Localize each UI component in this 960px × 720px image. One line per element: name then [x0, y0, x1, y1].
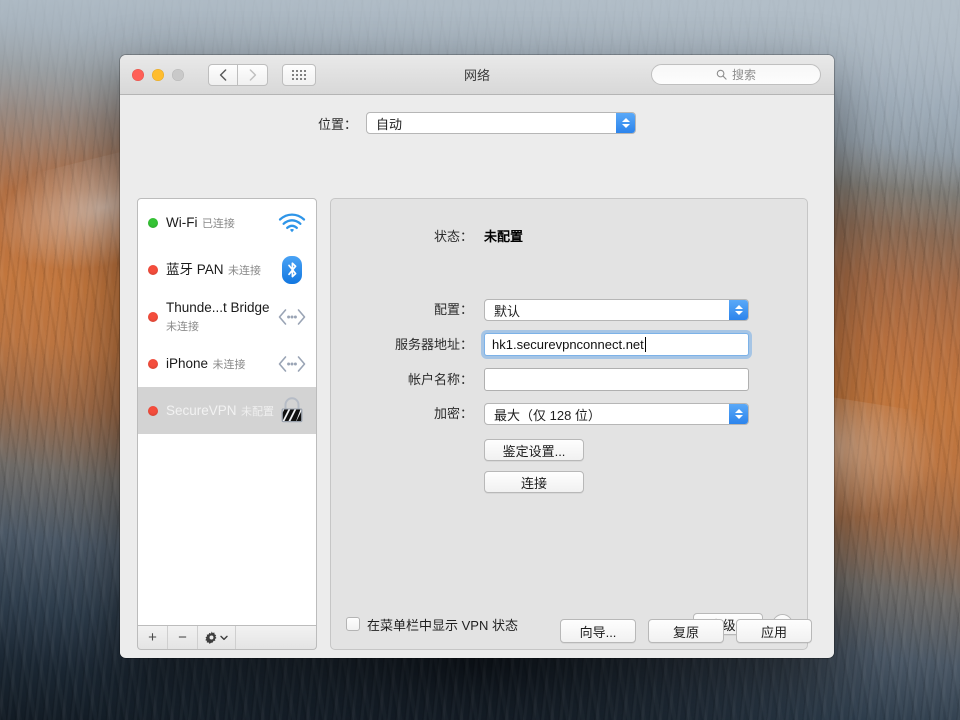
location-stepper-icon	[616, 113, 635, 133]
text-caret	[644, 337, 646, 352]
configuration-stepper-icon	[729, 300, 748, 320]
network-preferences-window: 网络 搜索 位置： 自动 Wi-Fi 已连接 蓝牙 PAN 未连接 Thunde…	[120, 55, 834, 658]
status-dot	[148, 405, 158, 416]
server-address-value: hk1.securevpnconnect.net	[492, 337, 644, 352]
configuration-row: 配置： 默认	[331, 299, 807, 321]
account-name-input[interactable]	[484, 368, 749, 391]
configuration-label: 配置：	[433, 302, 473, 317]
zoom-button[interactable]	[172, 68, 184, 81]
show-all-button[interactable]	[282, 63, 316, 86]
window-titlebar[interactable]: 网络 搜索	[120, 55, 834, 95]
location-row: 位置： 自动	[120, 95, 834, 134]
status-dot	[148, 311, 158, 322]
service-row-iphone[interactable]: iPhone 未连接	[138, 340, 316, 387]
service-name: Thunde...t Bridge	[166, 299, 270, 315]
forward-button[interactable]	[238, 63, 268, 86]
service-status: 未连接	[212, 358, 246, 371]
configuration-popup-button[interactable]: 默认	[484, 299, 749, 321]
minimize-button[interactable]	[152, 68, 164, 81]
encryption-row: 加密： 最大（仅 128 位）	[331, 403, 807, 425]
desktop-wallpaper: 网络 搜索 位置： 自动 Wi-Fi 已连接 蓝牙 PAN 未连接 Thunde…	[0, 0, 960, 720]
bluetooth-icon	[276, 254, 308, 286]
search-icon	[716, 69, 727, 80]
auth-settings-button[interactable]: 鉴定设置...	[484, 439, 584, 461]
service-actions-button[interactable]	[198, 626, 236, 649]
status-row: 状态： 未配置	[331, 226, 807, 245]
grid-icon	[292, 69, 306, 80]
plus-icon: +	[148, 629, 157, 646]
status-value: 未配置	[484, 229, 524, 244]
encryption-label: 加密：	[433, 406, 473, 421]
server-address-label: 服务器地址：	[394, 336, 473, 352]
thunderbolt-icon	[276, 348, 308, 380]
service-status: 未连接	[166, 320, 199, 333]
encryption-popup-button[interactable]: 最大（仅 128 位）	[484, 403, 749, 425]
service-status: 未配置	[241, 405, 274, 418]
service-name: SecureVPN	[166, 402, 237, 418]
show-vpn-status-checkbox[interactable]	[346, 617, 360, 631]
traffic-lights	[132, 68, 184, 81]
location-popup-button[interactable]: 自动	[366, 112, 636, 134]
account-name-label: 帐户名称：	[407, 371, 473, 387]
service-row-wifi[interactable]: Wi-Fi 已连接	[138, 199, 316, 246]
status-label: 状态：	[433, 229, 473, 244]
search-input[interactable]: 搜索	[651, 64, 821, 85]
chevron-left-icon	[219, 68, 227, 81]
connect-button[interactable]: 连接	[484, 471, 584, 493]
window-body: 位置： 自动 Wi-Fi 已连接 蓝牙 PAN 未连接 Thunde...t B…	[120, 95, 834, 657]
auth-settings-row: 鉴定设置...	[331, 439, 807, 461]
chevron-right-icon	[249, 68, 256, 81]
revert-button[interactable]: 复原	[648, 619, 724, 643]
service-row-securevpn[interactable]: SecureVPN 未配置	[138, 387, 316, 434]
server-address-input[interactable]: hk1.securevpnconnect.net	[484, 333, 749, 356]
gear-icon	[205, 631, 217, 644]
service-status: 已连接	[201, 217, 235, 230]
service-name: 蓝牙 PAN	[166, 261, 224, 277]
location-value: 自动	[376, 116, 403, 132]
minus-icon: −	[178, 629, 187, 646]
service-name: iPhone	[166, 355, 209, 371]
status-dot	[148, 264, 158, 275]
status-dot	[148, 358, 158, 369]
chevron-down-icon	[220, 635, 228, 640]
server-address-row: 服务器地址： hk1.securevpnconnect.net	[331, 333, 807, 356]
assistant-button[interactable]: 向导...	[560, 619, 636, 643]
service-row-thunderbolt-bridge[interactable]: Thunde...t Bridge 未连接	[138, 293, 316, 340]
remove-service-button[interactable]: −	[168, 626, 198, 649]
apply-button[interactable]: 应用	[736, 619, 812, 643]
show-vpn-status-label: 在菜单栏中显示 VPN 状态	[367, 617, 518, 633]
configuration-value: 默认	[494, 303, 521, 319]
connect-row: 连接	[331, 471, 807, 493]
thunderbolt-icon	[276, 301, 308, 333]
service-row-bluetooth-pan[interactable]: 蓝牙 PAN 未连接	[138, 246, 316, 293]
services-toolbar: + −	[137, 626, 317, 650]
add-service-button[interactable]: +	[138, 626, 168, 649]
service-detail-panel: 状态： 未配置 配置： 默认 服务器地址： hk1.securevpnconne…	[330, 198, 808, 650]
account-name-row: 帐户名称：	[331, 368, 807, 391]
search-placeholder: 搜索	[731, 68, 756, 82]
encryption-stepper-icon	[729, 404, 748, 424]
window-action-buttons: 向导... 复原 应用	[560, 619, 812, 643]
service-name: Wi-Fi	[166, 214, 198, 230]
network-services-list[interactable]: Wi-Fi 已连接 蓝牙 PAN 未连接 Thunde...t Bridge 未…	[137, 198, 317, 626]
close-button[interactable]	[132, 68, 144, 81]
status-dot	[148, 217, 158, 228]
back-button[interactable]	[208, 63, 238, 86]
service-status: 未连接	[227, 264, 261, 277]
encryption-value: 最大（仅 128 位）	[494, 407, 601, 423]
vpn-lock-icon	[276, 395, 308, 427]
navigation-buttons	[208, 63, 268, 86]
location-label: 位置：	[317, 116, 357, 132]
wifi-icon	[276, 207, 308, 239]
